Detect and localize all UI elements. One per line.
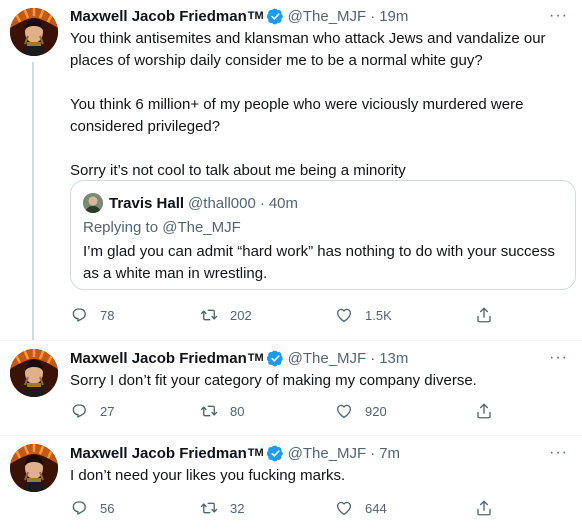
quoted-replying-to: Replying to @The_MJF [83, 219, 241, 236]
avatar[interactable] [10, 444, 58, 492]
author-tm: TM [247, 447, 264, 459]
share-icon [475, 306, 493, 324]
tweet-time[interactable]: 7m [379, 445, 400, 462]
verified-badge-icon [267, 8, 284, 25]
retweet-button[interactable]: 32 [200, 498, 244, 518]
retweet-icon [200, 306, 218, 324]
reply-icon [70, 402, 88, 420]
author-handle[interactable]: @The_MJF [288, 350, 367, 367]
like-button[interactable]: 1.5K [335, 305, 392, 325]
action-bar: 78 202 1.5K [70, 305, 500, 325]
reply-button[interactable]: 78 [70, 305, 114, 325]
replying-label: Replying to [83, 219, 159, 236]
tweet-time[interactable]: 19m [379, 8, 408, 25]
reply-count: 27 [100, 403, 115, 419]
tweet-header: Maxwell Jacob Friedman TM @The_MJF · 13m [70, 347, 408, 369]
retweet-button[interactable]: 202 [200, 305, 252, 325]
author-handle[interactable]: @The_MJF [288, 445, 367, 462]
author-tm: TM [247, 10, 264, 22]
separator-dot: · [259, 194, 265, 212]
reply-button[interactable]: 56 [70, 498, 114, 518]
heart-icon [335, 306, 353, 324]
retweet-icon [200, 402, 218, 420]
reply-icon [70, 306, 88, 324]
share-button[interactable] [475, 305, 493, 325]
quoted-avatar[interactable] [83, 193, 103, 213]
reply-icon [70, 499, 88, 517]
share-icon [475, 499, 493, 517]
like-count: 644 [365, 500, 387, 516]
author-name[interactable]: Maxwell Jacob Friedman [70, 445, 247, 462]
separator-dot: · [370, 349, 376, 367]
reply-count: 56 [100, 500, 115, 516]
author-name[interactable]: Maxwell Jacob Friedman [70, 8, 247, 25]
tweet-text: You think antisemites and klansman who a… [70, 30, 546, 179]
replying-mention[interactable]: @The_MJF [162, 219, 241, 236]
heart-icon [335, 499, 353, 517]
avatar[interactable] [10, 8, 58, 56]
like-button[interactable]: 920 [335, 401, 387, 421]
author-tm: TM [247, 352, 264, 364]
retweet-count: 202 [230, 307, 252, 323]
avatar[interactable] [10, 349, 58, 397]
retweet-button[interactable]: 80 [200, 401, 244, 421]
verified-badge-icon [267, 350, 284, 367]
author-name[interactable]: Maxwell Jacob Friedman [70, 350, 247, 367]
tweet[interactable]: Maxwell Jacob Friedman TM @The_MJF · 7m … [0, 436, 582, 531]
quoted-header: Travis Hall @thall000 · 40m [109, 192, 298, 214]
quoted-tweet[interactable]: Travis Hall @thall000 · 40m Replying to … [70, 180, 576, 290]
tweet[interactable]: Maxwell Jacob Friedman TM @The_MJF · 19m… [0, 0, 582, 340]
like-count: 920 [365, 403, 387, 419]
more-icon[interactable]: ··· [549, 442, 568, 464]
more-icon[interactable]: ··· [549, 5, 568, 27]
author-handle[interactable]: @The_MJF [288, 8, 367, 25]
retweet-icon [200, 499, 218, 517]
quoted-handle[interactable]: @thall000 [188, 195, 256, 212]
tweet-time[interactable]: 13m [379, 350, 408, 367]
share-button[interactable] [475, 498, 493, 518]
separator-dot: · [370, 444, 376, 462]
tweet-text: I don’t need your likes you fucking mark… [70, 467, 346, 484]
action-bar: 56 32 644 [70, 498, 500, 518]
action-bar: 27 80 920 [70, 401, 500, 421]
like-button[interactable]: 644 [335, 498, 387, 518]
tweet-text: Sorry I don’t fit your category of makin… [70, 372, 477, 389]
like-count: 1.5K [365, 307, 392, 323]
share-button[interactable] [475, 401, 493, 421]
retweet-count: 32 [230, 500, 245, 516]
verified-badge-icon [267, 445, 284, 462]
tweet[interactable]: Maxwell Jacob Friedman TM @The_MJF · 13m… [0, 341, 582, 435]
heart-icon [335, 402, 353, 420]
share-icon [475, 402, 493, 420]
more-icon[interactable]: ··· [549, 347, 568, 369]
tweet-header: Maxwell Jacob Friedman TM @The_MJF · 19m [70, 5, 408, 27]
separator-dot: · [370, 7, 376, 25]
tweet-header: Maxwell Jacob Friedman TM @The_MJF · 7m [70, 442, 400, 464]
quoted-time[interactable]: 40m [269, 195, 298, 212]
retweet-count: 80 [230, 403, 245, 419]
quoted-author-name[interactable]: Travis Hall [109, 195, 184, 212]
reply-count: 78 [100, 307, 115, 323]
quoted-text: I’m glad you can admit “hard work” has n… [83, 243, 555, 282]
reply-button[interactable]: 27 [70, 401, 114, 421]
